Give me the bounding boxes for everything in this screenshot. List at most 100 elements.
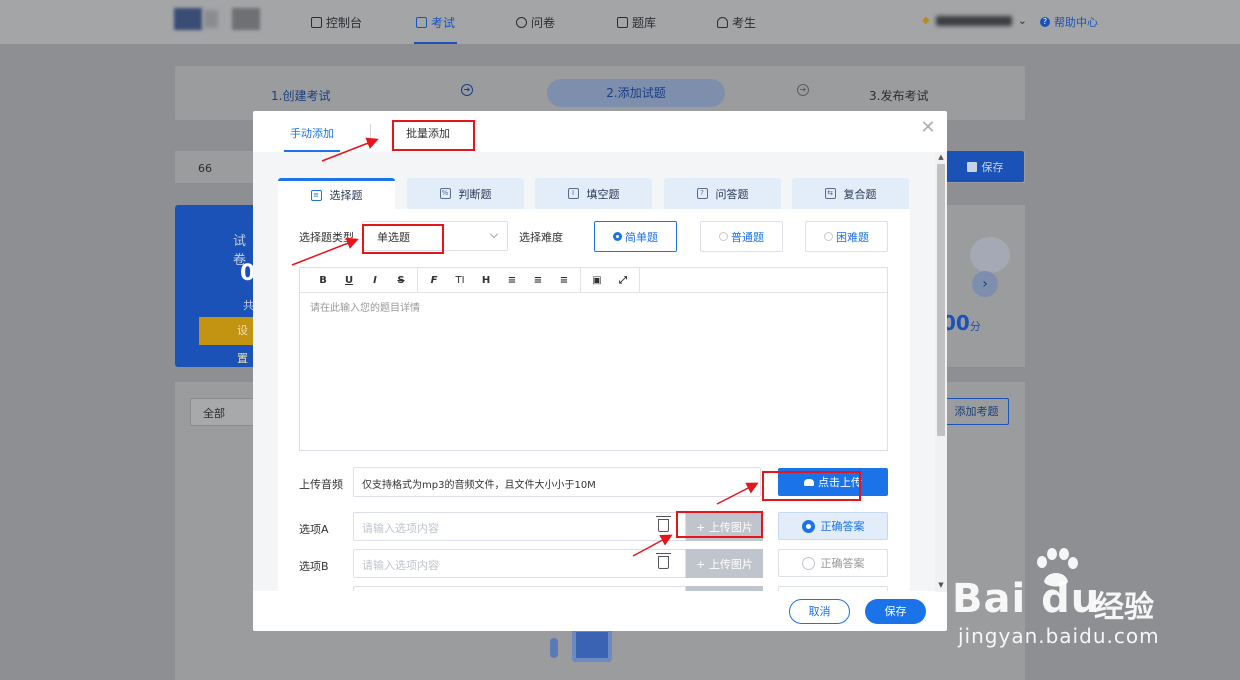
upload-audio-label: 上传音频: [299, 478, 343, 491]
decoration-bubble: [970, 237, 1010, 273]
tab-choice-question[interactable]: ≡ 选择题: [278, 178, 395, 209]
add-question-dialog: 手动添加 批量添加 ✕ ≡ 选择题 % 判断题 I 填空题 ? 问答题 ⇆ 复合…: [253, 111, 947, 631]
nav-item-questionnaire[interactable]: 问卷: [516, 14, 555, 31]
cancel-button[interactable]: 取消: [789, 599, 850, 624]
exam-name-value: 66: [198, 162, 212, 175]
logo[interactable]: [174, 6, 264, 32]
annotation-box-upload-audio: [762, 471, 861, 501]
nav-item-candidates[interactable]: 考生: [717, 14, 756, 31]
filter-select[interactable]: 全部: [190, 398, 260, 426]
scroll-down-icon[interactable]: ▼: [935, 581, 947, 591]
strikethrough-button[interactable]: S: [388, 275, 414, 286]
list-icon: ≡: [310, 189, 322, 201]
image-icon[interactable]: ▣: [584, 275, 610, 286]
questionnaire-icon: [516, 17, 527, 28]
step-create-exam: 1.创建考试: [271, 89, 331, 103]
settings-button[interactable]: 设置: [199, 317, 255, 365]
user-menu[interactable]: ◆ ⌄: [922, 14, 1027, 27]
help-icon: ?: [1040, 17, 1050, 27]
font-size-button[interactable]: TI: [447, 275, 473, 286]
tab-fill-blank-question[interactable]: I 填空题: [535, 178, 652, 209]
trash-icon[interactable]: [656, 516, 671, 532]
option-a-correct-answer-radio[interactable]: 正确答案: [778, 512, 888, 540]
username-blurred: [935, 15, 1012, 26]
next-arrow-button[interactable]: ›: [972, 271, 998, 297]
compound-icon: ⇆: [824, 188, 836, 199]
tab-manual-add[interactable]: 手动添加: [284, 125, 340, 152]
question-form: 选择题类型 单选题 选择难度 简单题 普通题 困难题 B U I S F TI …: [278, 209, 910, 591]
annotation-box-choice-type: [362, 224, 444, 254]
option-b-correct-answer-radio[interactable]: 正确答案: [778, 549, 888, 577]
baidu-jingyan-watermark: Bai du 经验 jingyan.baidu.com: [952, 548, 1192, 658]
calendar-icon: [416, 17, 427, 28]
radio-icon: [613, 232, 622, 241]
editor-toolbar: B U I S F TI H ≡ ≡ ≡ ▣ ⤢: [300, 267, 887, 293]
option-row-b: 选项B 请输入选项内容 + 上传图片 正确答案: [278, 549, 910, 579]
option-row-a: 选项A 请输入选项内容 + 上传图片 正确答案: [278, 512, 910, 542]
chevron-down-icon: ⌄: [1017, 14, 1027, 27]
align-right-icon[interactable]: ≡: [551, 275, 577, 286]
home-icon: [311, 17, 322, 28]
annotation-box-batch-add: [392, 120, 475, 151]
difficulty-easy-radio[interactable]: 简单题: [594, 221, 677, 252]
save-icon: [966, 161, 977, 172]
user-icon: [717, 17, 728, 28]
scroll-up-icon[interactable]: ▲: [935, 153, 947, 163]
difficulty-normal-radio[interactable]: 普通题: [700, 221, 783, 252]
close-icon[interactable]: ✕: [920, 119, 936, 137]
arrow-right-icon: ➔: [461, 84, 473, 96]
font-button[interactable]: F: [421, 275, 447, 286]
tab-true-false-question[interactable]: % 判断题: [407, 178, 524, 209]
option-b-upload-image-button[interactable]: + 上传图片: [686, 549, 763, 578]
text-cursor-icon: I: [567, 188, 579, 199]
dialog-scrollbar[interactable]: ▲ ▼: [935, 152, 947, 592]
radio-icon: [824, 232, 833, 241]
rich-text-editor: B U I S F TI H ≡ ≡ ≡ ▣ ⤢ 请在此输入您的题目详情: [299, 267, 888, 451]
fullscreen-icon[interactable]: ⤢: [610, 275, 636, 286]
underline-button[interactable]: U: [336, 275, 362, 286]
trash-icon[interactable]: [656, 553, 671, 569]
radio-icon: [801, 519, 815, 533]
option-b-input[interactable]: 请输入选项内容: [353, 549, 686, 578]
background-save-button[interactable]: 保存: [946, 151, 1024, 182]
dialog-tabs: 手动添加 批量添加 ✕: [253, 111, 947, 152]
bold-button[interactable]: B: [310, 275, 336, 286]
align-left-icon[interactable]: ≡: [499, 275, 525, 286]
tab-essay-question[interactable]: ? 问答题: [664, 178, 781, 209]
dialog-body: ≡ 选择题 % 判断题 I 填空题 ? 问答题 ⇆ 复合题 选择题类型 单选题 …: [253, 152, 935, 591]
save-button[interactable]: 保存: [865, 599, 926, 624]
step-publish-exam: 3.发布考试: [869, 89, 929, 103]
diamond-icon: ◆: [922, 15, 930, 26]
difficulty-hard-radio[interactable]: 困难题: [805, 221, 888, 252]
difficulty-label: 选择难度: [519, 231, 563, 244]
arrow-right-icon: ➔: [797, 84, 809, 96]
nav-item-question-bank[interactable]: 题库: [617, 14, 656, 31]
dialog-footer: 取消 保存: [253, 591, 947, 631]
question-icon: ?: [696, 188, 708, 199]
option-a-input[interactable]: 请输入选项内容: [353, 512, 686, 541]
tab-divider: [370, 124, 371, 138]
choice-type-label: 选择题类型: [299, 231, 354, 244]
total-score: 00分: [942, 311, 981, 335]
paper-summary-card: 试卷 0 共 设置: [175, 205, 255, 367]
italic-button[interactable]: I: [362, 275, 388, 286]
nav-item-dashboard[interactable]: 控制台: [311, 14, 362, 31]
radio-icon: [801, 556, 815, 570]
annotation-box-upload-image: [676, 511, 763, 538]
chevron-down-icon: [489, 229, 499, 239]
heading-button[interactable]: H: [473, 275, 499, 286]
step-add-questions: 2.添加试题: [547, 79, 725, 107]
add-question-button[interactable]: 添加考题: [944, 398, 1009, 425]
help-center-link[interactable]: ? 帮助中心: [1040, 14, 1098, 30]
tab-compound-question[interactable]: ⇆ 复合题: [792, 178, 909, 209]
question-type-tabs: ≡ 选择题 % 判断题 I 填空题 ? 问答题 ⇆ 复合题: [278, 178, 910, 209]
radio-icon: [719, 232, 728, 241]
percent-icon: %: [439, 188, 451, 199]
nav-item-exam[interactable]: 考试: [413, 14, 458, 44]
audio-file-field[interactable]: 仅支持格式为mp3的音频文件，且文件大小小于10M: [353, 467, 761, 497]
editor-content[interactable]: 请在此输入您的题目详情: [300, 293, 887, 320]
scroll-thumb[interactable]: [937, 164, 945, 436]
align-center-icon[interactable]: ≡: [525, 275, 551, 286]
question-bank-icon: [617, 17, 628, 28]
score-card: › 00分: [940, 205, 1025, 367]
